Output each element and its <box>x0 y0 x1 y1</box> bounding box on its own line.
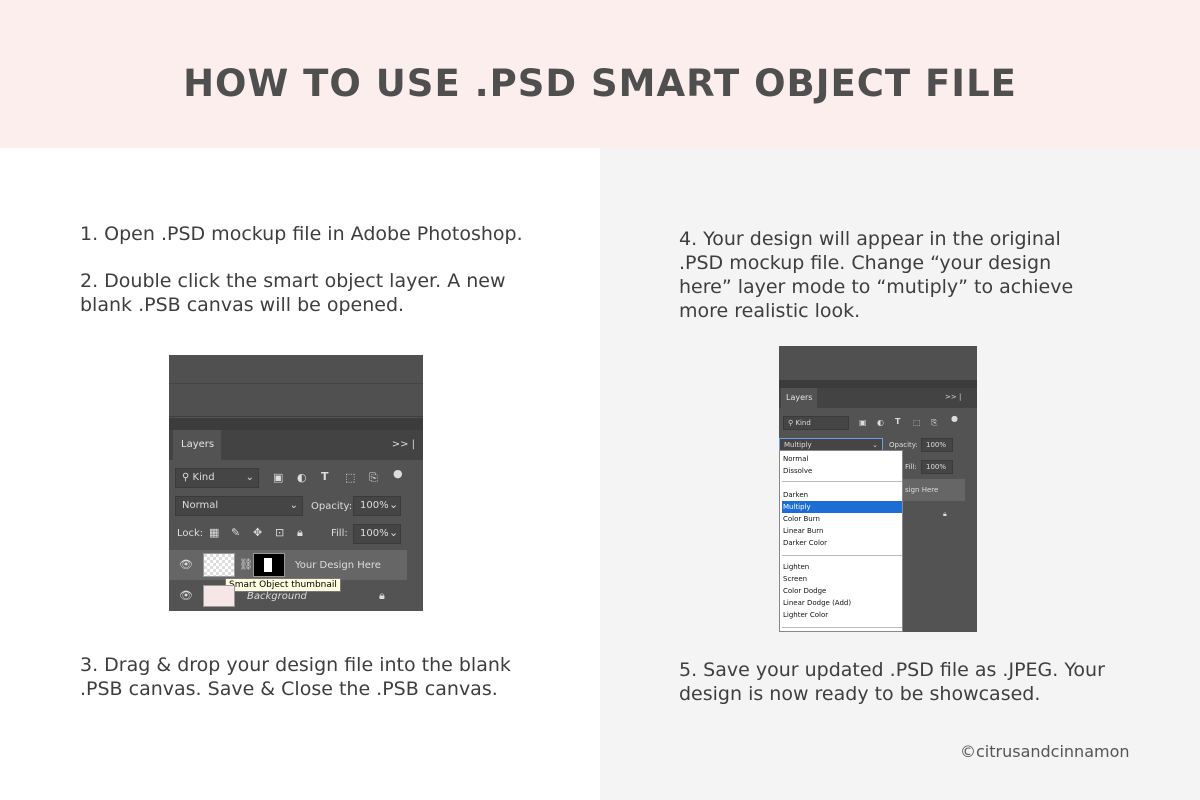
kind-filter-select[interactable]: ⚲ Kind <box>783 416 849 430</box>
blend-option[interactable]: Color Dodge <box>782 585 902 597</box>
fill-input[interactable]: 100% <box>921 460 953 474</box>
image-filter-icon[interactable]: ▣ <box>859 418 867 427</box>
panel-menu-icon[interactable]: >> | <box>392 439 415 450</box>
opacity-label: Opacity: <box>889 441 918 449</box>
link-icon[interactable]: ⛓︎ <box>239 558 253 571</box>
fill-label: Fill: <box>905 463 917 471</box>
lock-icon: 🔒︎ <box>379 589 385 602</box>
step-4-line-4: more realistic look. <box>679 300 861 322</box>
shape-filter-icon[interactable]: ⬚ <box>913 418 921 427</box>
lock-all-icon[interactable]: 🔒︎ <box>297 526 303 540</box>
lock-transparency-icon[interactable]: ▦ <box>209 526 219 539</box>
opacity-input[interactable]: 100% <box>921 438 953 452</box>
kind-filter-select[interactable]: ⚲ Kind ⌄ <box>175 468 259 488</box>
tab-layers[interactable]: Layers <box>781 388 817 408</box>
tab-layers[interactable]: Layers <box>173 430 221 460</box>
step-4-line-2: .PSD mockup file. Change “your design <box>679 252 1052 274</box>
step-5-line-1: 5. Save your updated .PSD file as .JPEG.… <box>679 659 1105 681</box>
filter-toggle-icon[interactable]: ● <box>393 467 403 480</box>
panel-divider <box>169 418 423 430</box>
lock-icon: 🔒︎ <box>943 510 947 518</box>
step-5-line-2: design is now ready to be showcased. <box>679 683 1041 705</box>
step-2-line-1: 2. Double click the smart object layer. … <box>80 270 506 292</box>
smart-object-filter-icon[interactable]: ⎘ <box>369 471 378 485</box>
kind-filter-label: Kind <box>192 472 215 483</box>
blend-option[interactable]: Lighter Color <box>782 609 902 621</box>
lock-label: Lock: <box>177 528 204 539</box>
fill-label: Fill: <box>331 528 348 539</box>
layers-panel-screenshot-1: Layers >> | ⚲ Kind ⌄ ▣ ◐ T ⬚ ⎘ ● Normal … <box>169 355 423 611</box>
background-thumbnail[interactable] <box>203 585 235 607</box>
lock-position-icon[interactable]: ✥ <box>253 526 262 539</box>
panel-top-bar <box>169 355 423 417</box>
blend-option[interactable]: Dissolve <box>782 465 902 477</box>
chevron-down-icon: ⌄ <box>245 472 254 483</box>
blend-option[interactable]: Linear Burn <box>782 525 902 537</box>
opacity-label: Opacity: <box>311 501 353 512</box>
layers-panel-screenshot-2: Layers >> | ⚲ Kind ▣ ◐ T ⬚ ⎘ ● Multiply … <box>779 346 977 632</box>
blend-option[interactable]: Darken <box>782 489 902 501</box>
search-icon: ⚲ <box>182 472 193 483</box>
blend-mode-select[interactable]: Normal ⌄ <box>175 496 303 516</box>
panel-menu-icon[interactable]: >> | <box>945 393 961 401</box>
menu-separator <box>782 555 902 556</box>
filter-toggle-icon[interactable]: ● <box>951 414 958 423</box>
adjustment-filter-icon[interactable]: ◐ <box>877 418 884 427</box>
step-4-line-3: here” layer mode to “mutiply” to achieve <box>679 276 1074 298</box>
lock-paint-icon[interactable]: ✎ <box>231 526 240 539</box>
step-3-line-1: 3. Drag & drop your design file into the… <box>80 654 511 676</box>
copyright-credit: ©citrusandcinnamon <box>960 742 1130 761</box>
menu-separator <box>782 627 902 628</box>
layer-mask-thumbnail[interactable] <box>253 553 285 577</box>
chevron-down-icon[interactable]: ⌄ <box>389 526 398 539</box>
panel-divider <box>779 380 977 388</box>
step-2-line-2: blank .PSB canvas will be opened. <box>80 294 405 316</box>
chevron-down-icon: ⌄ <box>289 500 298 511</box>
blend-option[interactable]: Normal <box>782 453 902 465</box>
page-title: HOW TO USE .PSD SMART OBJECT FILE <box>183 62 1017 105</box>
visibility-eye-icon[interactable]: 👁︎ <box>179 589 193 602</box>
layer-name-your-design: Your Design Here <box>295 560 381 571</box>
chevron-down-icon[interactable]: ⌄ <box>389 498 398 511</box>
artboard-lock-icon[interactable]: ⊡ <box>275 526 284 539</box>
smart-object-thumbnail[interactable] <box>203 553 235 577</box>
smart-object-filter-icon[interactable]: ⎘ <box>931 418 937 428</box>
image-filter-icon[interactable]: ▣ <box>273 471 283 484</box>
step-3-line-2: .PSB canvas. Save & Close the .PSB canva… <box>80 678 498 700</box>
blend-option[interactable]: Color Burn <box>782 513 902 525</box>
shape-filter-icon[interactable]: ⬚ <box>345 471 355 484</box>
blend-option[interactable]: Lighten <box>782 561 902 573</box>
step-1-text: 1. Open .PSD mockup file in Adobe Photos… <box>80 223 523 245</box>
kind-filter-label: Kind <box>795 419 811 427</box>
blend-mode-value: Normal <box>182 500 219 511</box>
blend-mode-value: Multiply <box>784 441 812 449</box>
layer-name-background: Background <box>247 591 307 602</box>
visibility-eye-icon[interactable]: 👁︎ <box>179 558 193 571</box>
blend-option[interactable]: Screen <box>782 573 902 585</box>
menu-separator <box>782 481 902 482</box>
adjustment-filter-icon[interactable]: ◐ <box>297 471 307 484</box>
type-filter-icon[interactable]: T <box>321 470 329 483</box>
type-filter-icon[interactable]: T <box>895 417 900 426</box>
step-4-line-1: 4. Your design will appear in the origin… <box>679 228 1061 250</box>
blend-option-selected[interactable]: Multiply <box>782 501 902 513</box>
blend-mode-dropdown[interactable]: Normal Dissolve Darken Multiply Color Bu… <box>779 450 903 632</box>
layer-row-your-design[interactable]: sign Here <box>903 479 965 501</box>
blend-option[interactable]: Darker Color <box>782 537 902 549</box>
smart-object-tooltip: Smart Object thumbnail <box>225 578 341 592</box>
blend-option[interactable]: Linear Dodge (Add) <box>782 597 902 609</box>
panel-top-bar <box>779 346 977 380</box>
